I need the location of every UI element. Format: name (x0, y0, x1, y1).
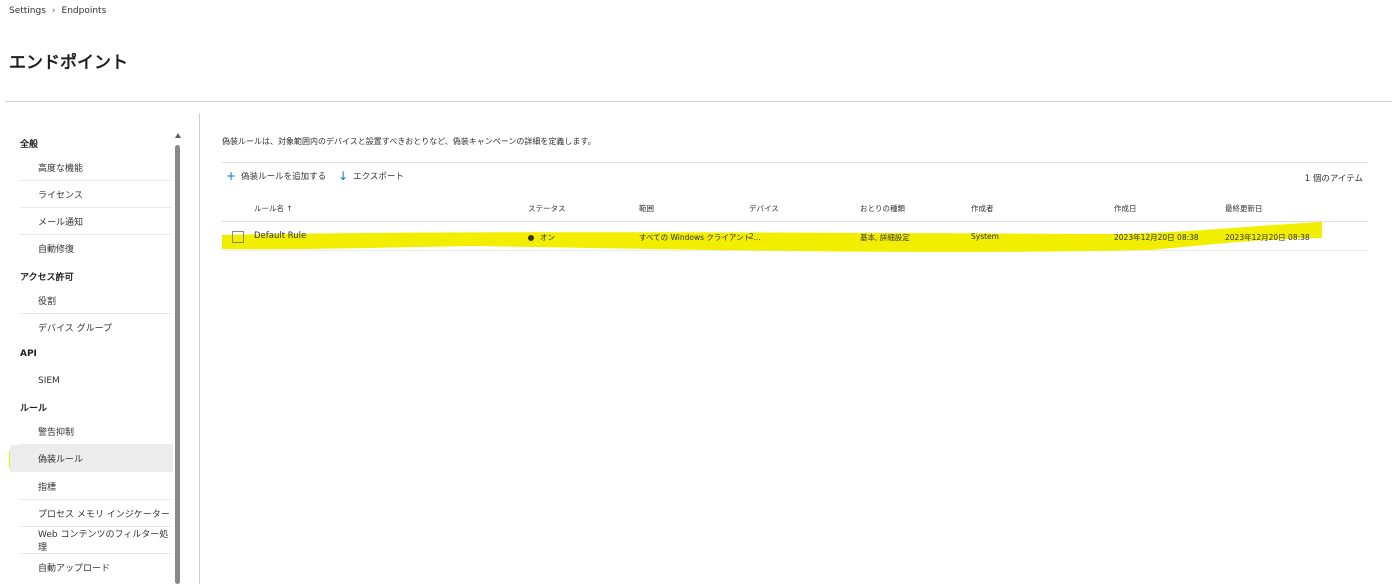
export-button[interactable]: ↓ エクスポート (338, 170, 404, 182)
nav-item-device-groups[interactable]: デバイス グループ (20, 314, 172, 341)
nav-item-deception-rules[interactable]: 偽装ルール (10, 445, 173, 472)
column-header-lure-type[interactable]: おとりの種類 (860, 203, 905, 214)
scroll-up-arrow-icon[interactable] (175, 133, 181, 138)
updated-cell: 2023年12月20日 08:38 (1225, 233, 1310, 242)
download-arrow-icon: ↓ (338, 169, 349, 183)
column-header-rule-name[interactable]: ルール名 ↑ (254, 203, 293, 214)
nav-item-auto-remediation[interactable]: 自動修復 (20, 235, 172, 262)
plus-icon: + (226, 169, 237, 183)
creator-cell: System (971, 232, 999, 241)
devices-cell: 2 (749, 232, 754, 241)
page-description: 偽装ルールは、対象範囲内のデバイスと設置すべきおとりなど、偽装キャンペーンの詳細… (222, 137, 596, 146)
nav-item-advanced-features[interactable]: 高度な機能 (20, 154, 172, 181)
header-divider (5, 101, 1392, 102)
column-header-updated[interactable]: 最終更新日 (1225, 203, 1263, 214)
item-count: 1 個のアイテム (1304, 174, 1363, 184)
nav-item-web-content-filtering[interactable]: Web コンテンツのフィルター処理 (20, 527, 172, 554)
page-title: エンドポイント (9, 53, 128, 73)
scope-cell: すべての Windows クライアント ... (639, 233, 761, 242)
nav-group-rules: ルール (20, 404, 48, 414)
status-dot-icon (528, 235, 534, 241)
column-header-scope[interactable]: 範囲 (639, 203, 654, 214)
toolbar-divider (222, 162, 1368, 163)
breadcrumb-current: Endpoints (61, 6, 107, 16)
nav-scrollbar[interactable] (175, 133, 181, 584)
column-header-status[interactable]: ステータス (528, 203, 566, 214)
column-header-created[interactable]: 作成日 (1114, 203, 1137, 214)
nav-group-general: 全般 (20, 140, 39, 150)
lure-type-cell: 基本, 詳細設定 (860, 233, 910, 242)
command-bar: + 偽装ルールを追加する ↓ エクスポート (226, 170, 416, 182)
nav-item-process-memory-indicators[interactable]: プロセス メモリ インジケーター (20, 500, 172, 527)
rule-name-link[interactable]: Default Rule (254, 231, 306, 241)
column-header-creator[interactable]: 作成者 (971, 203, 994, 214)
created-cell: 2023年12月20日 08:38 (1114, 233, 1199, 242)
row-checkbox[interactable] (232, 231, 244, 243)
add-deception-rule-button[interactable]: + 偽装ルールを追加する (226, 170, 326, 182)
nav-item-email-notifications[interactable]: メール通知 (20, 208, 172, 235)
nav-item-siem[interactable]: SIEM (20, 367, 172, 394)
breadcrumb-settings-link[interactable]: Settings (9, 6, 46, 16)
nav-group-api: API (20, 349, 37, 359)
nav-item-roles[interactable]: 役割 (20, 287, 172, 314)
vertical-divider (199, 113, 200, 584)
nav-group-permissions: アクセス許可 (20, 273, 74, 283)
scroll-thumb[interactable] (175, 145, 180, 584)
nav-item-alert-suppression[interactable]: 警告抑制 (20, 418, 172, 445)
breadcrumb: Settings › Endpoints (9, 6, 106, 16)
nav-item-auto-upload[interactable]: 自動アップロード (20, 554, 172, 581)
settings-nav: 全般 高度な機能 ライセンス メール通知 自動修復 アクセス許可 役割 デバイス… (8, 128, 174, 584)
status-cell: オン (528, 232, 555, 243)
nav-item-license[interactable]: ライセンス (20, 181, 172, 208)
table-header: ルール名 ↑ ステータス 範囲 デバイス おとりの種類 作成者 作成日 最終更新… (222, 197, 1368, 222)
column-header-devices[interactable]: デバイス (749, 203, 779, 214)
nav-item-indicators[interactable]: 指標 (20, 473, 172, 500)
chevron-right-icon: › (51, 6, 56, 16)
